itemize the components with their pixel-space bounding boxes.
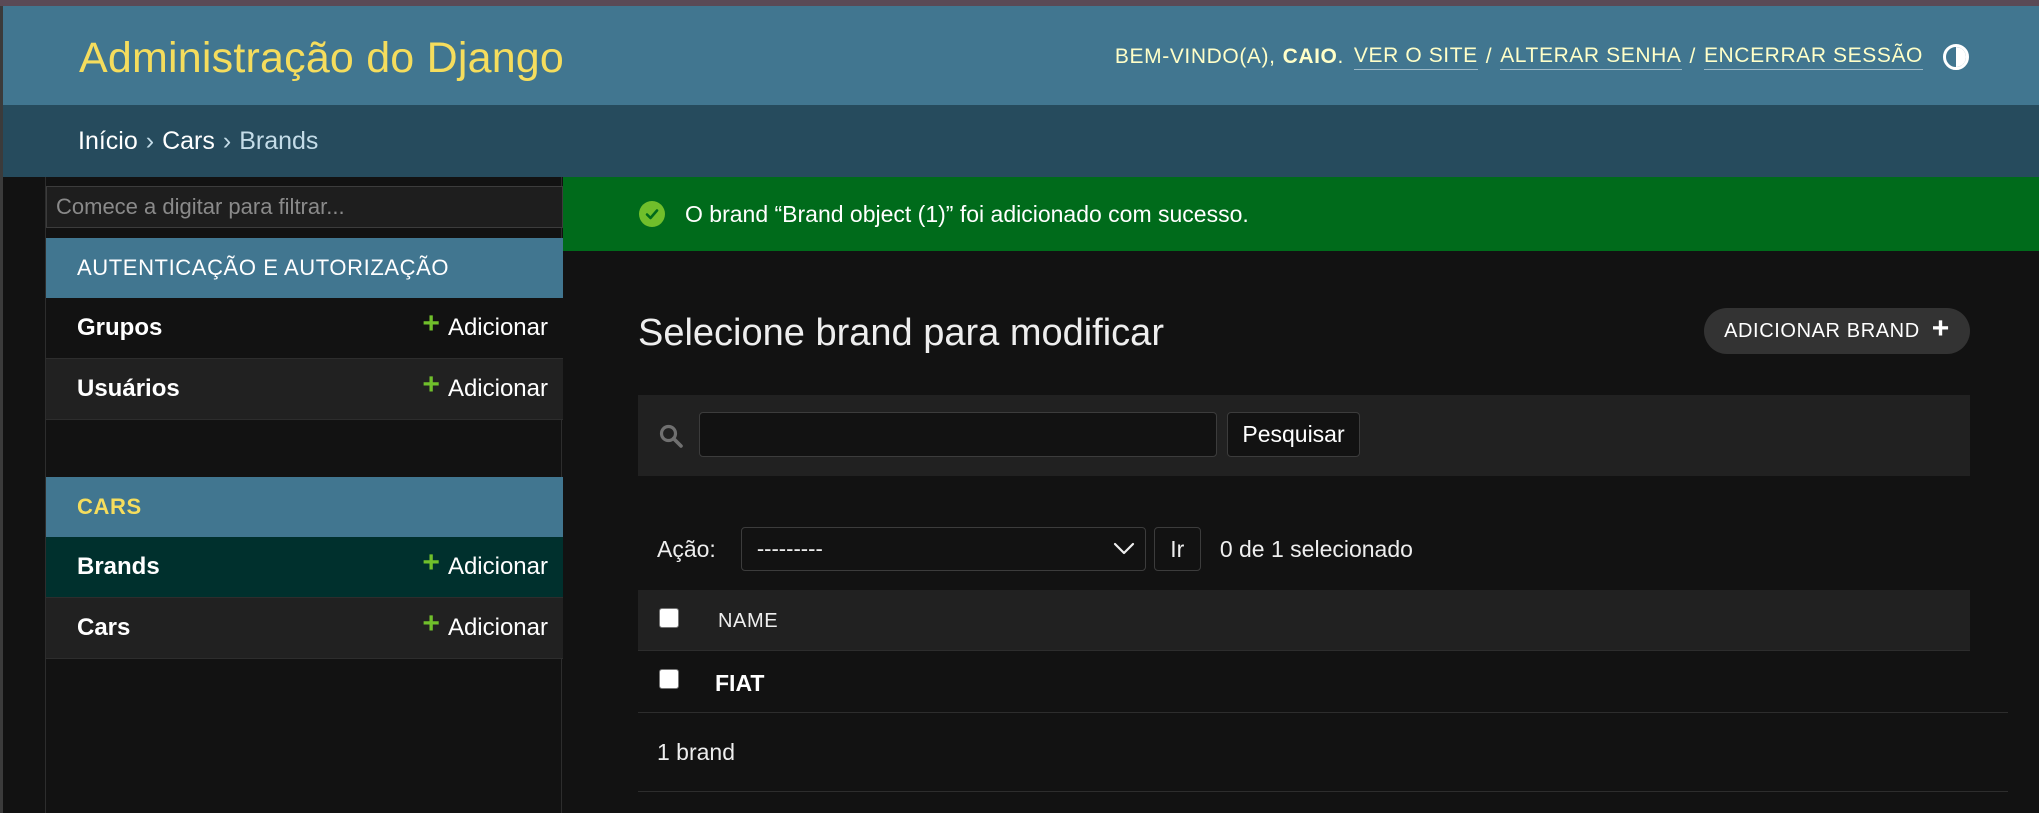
action-label: Ação: <box>657 535 716 562</box>
welcome-text: BEM-VINDO(A), <box>1114 45 1276 68</box>
sidebar-item-grupos: Grupos + Adicionar <box>46 298 563 359</box>
add-cars-link[interactable]: + Adicionar <box>422 609 548 643</box>
sidebar-item-cars: Cars + Adicionar <box>46 598 563 659</box>
breadcrumb-separator: › <box>222 126 232 155</box>
logout-link[interactable]: ENCERRAR SESSÃO <box>1703 44 1923 70</box>
nav-sidebar: AUTENTICAÇÃO E AUTORIZAÇÃO Grupos + Adic… <box>45 177 563 813</box>
add-brand-button-label[interactable]: ADICIONAR BRAND <box>1724 320 1920 343</box>
breadcrumb-home[interactable]: Início <box>78 127 138 156</box>
view-site-link[interactable]: VER O SITE <box>1353 44 1478 70</box>
add-link-label[interactable]: Adicionar <box>448 314 548 342</box>
search-icon <box>659 424 683 448</box>
select-all-checkbox[interactable] <box>659 608 679 628</box>
add-link-label[interactable]: Adicionar <box>448 375 548 403</box>
username: CAIO <box>1282 45 1338 68</box>
sidebar-item-label[interactable]: Grupos <box>77 314 162 342</box>
action-select[interactable]: --------- <box>740 527 1146 571</box>
plus-icon: + <box>422 607 440 640</box>
success-message: O brand “Brand object (1)” foi adicionad… <box>563 177 2039 251</box>
actions-bar: Ação: --------- Ir 0 de 1 selecionado <box>657 527 1413 571</box>
search-toolbar: Pesquisar <box>638 395 1970 476</box>
success-message-text: O brand “Brand object (1)” foi adicionad… <box>685 200 1249 227</box>
selection-counter: 0 de 1 selecionado <box>1219 535 1413 562</box>
add-grupos-link[interactable]: + Adicionar <box>422 309 548 343</box>
module-caption-auth[interactable]: AUTENTICAÇÃO E AUTORIZAÇÃO <box>46 238 563 298</box>
paginator: 1 brand <box>638 713 2008 792</box>
row-link-name[interactable]: FIAT <box>715 670 764 697</box>
column-header-name[interactable]: NAME <box>718 610 778 633</box>
check-circle-icon <box>639 201 665 227</box>
breadcrumb-app[interactable]: Cars <box>162 127 215 156</box>
go-button[interactable]: Ir <box>1153 527 1201 571</box>
search-button[interactable]: Pesquisar <box>1227 412 1360 457</box>
sidebar-item-label[interactable]: Brands <box>77 553 160 581</box>
action-select-value[interactable]: --------- <box>757 536 823 562</box>
row-checkbox[interactable] <box>659 669 679 689</box>
search-input[interactable] <box>699 412 1217 457</box>
change-password-link[interactable]: ALTERAR SENHA <box>1500 44 1682 70</box>
user-tools-separator: / <box>1485 45 1493 68</box>
chevron-down-icon <box>1113 542 1134 555</box>
add-link-label[interactable]: Adicionar <box>448 553 548 581</box>
sidebar-item-label[interactable]: Usuários <box>77 375 180 403</box>
breadcrumb: Início › Cars › Brands <box>3 105 2039 177</box>
site-name[interactable]: Administração do Django <box>79 34 564 83</box>
breadcrumb-current: Brands <box>239 126 319 155</box>
add-brands-link[interactable]: + Adicionar <box>422 548 548 582</box>
breadcrumb-separator: › <box>145 126 155 155</box>
plus-icon: + <box>422 546 440 579</box>
module-caption-cars[interactable]: CARS <box>46 477 563 537</box>
add-link-label[interactable]: Adicionar <box>448 614 548 642</box>
page-title: Selecione brand para modificar <box>638 312 1164 354</box>
plus-icon: + <box>422 307 440 340</box>
table-row: FIAT <box>638 651 2008 713</box>
plus-icon: + <box>422 368 440 401</box>
add-usuarios-link[interactable]: + Adicionar <box>422 370 548 404</box>
user-tools-separator: / <box>1689 45 1696 68</box>
user-tools: BEM-VINDO(A), CAIO. VER O SITE / ALTERAR… <box>1115 44 1969 70</box>
add-brand-button[interactable]: ADICIONAR BRAND + <box>1704 308 1970 354</box>
sidebar-item-label[interactable]: Cars <box>77 614 130 642</box>
nav-filter-input[interactable] <box>46 186 563 228</box>
plus-icon: + <box>1931 312 1950 345</box>
header: Administração do Django BEM-VINDO(A), CA… <box>3 6 2039 105</box>
table-header: NAME <box>638 590 1970 651</box>
sidebar-item-brands: Brands + Adicionar <box>46 537 563 598</box>
sidebar-item-usuarios: Usuários + Adicionar <box>46 359 563 420</box>
user-tools-period: . <box>1337 45 1344 68</box>
theme-toggle-icon[interactable] <box>1943 44 1969 70</box>
